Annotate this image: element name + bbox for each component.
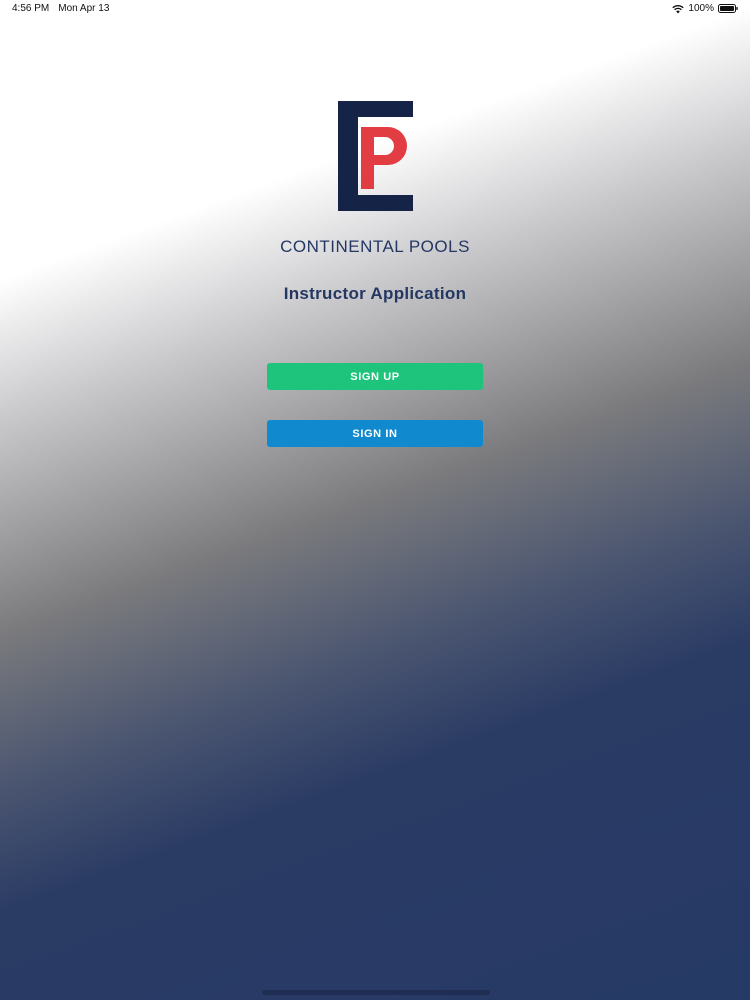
status-left: 4:56 PM Mon Apr 13 [12,3,109,14]
status-right: 100% [672,3,738,14]
battery-icon [718,4,738,13]
home-indicator[interactable] [262,990,490,995]
status-bar: 4:56 PM Mon Apr 13 100% [0,0,750,20]
sign-up-button[interactable]: SIGN UP [267,363,483,390]
sign-in-label: SIGN IN [352,427,398,440]
status-time: 4:56 PM [12,3,50,14]
wifi-icon [672,4,685,13]
brand-name: CONTINENTAL POOLS [280,237,470,256]
battery-percent: 100% [688,3,714,14]
sign-up-label: SIGN UP [350,370,400,383]
status-date: Mon Apr 13 [58,3,110,14]
continental-pools-logo [338,101,413,211]
app-subtitle: Instructor Application [283,284,467,303]
sign-in-button[interactable]: SIGN IN [267,420,483,447]
